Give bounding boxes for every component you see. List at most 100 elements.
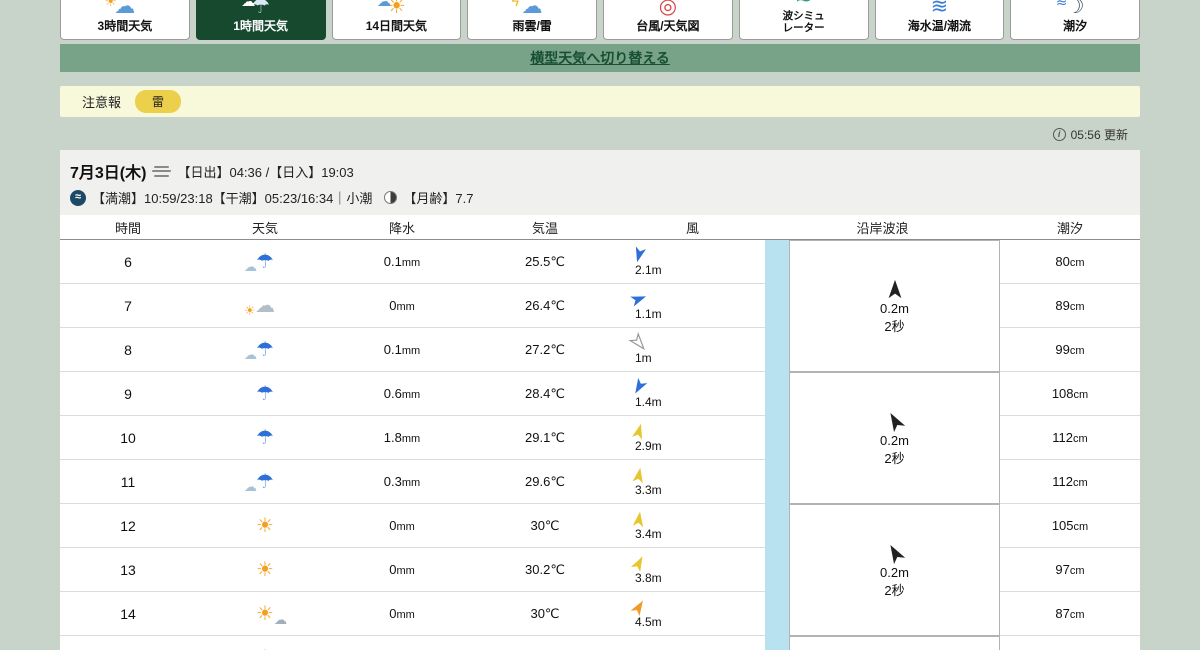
tide-cell: 87cm — [1055, 606, 1085, 621]
tide-cell: 105cm — [1051, 518, 1089, 533]
tab-label: 波シミュ — [782, 9, 825, 22]
tide-cell: 112cm — [1052, 474, 1088, 489]
weather-cell: ☀☁ — [196, 646, 334, 650]
tab-label: 3時間天気 — [97, 19, 153, 34]
tab-label: 潮汐 — [1063, 19, 1088, 34]
precip-cell: 0mm — [389, 298, 415, 313]
time-cell: 12 — [120, 517, 136, 534]
precip-cell: 0.1mm — [383, 254, 421, 269]
thunder-warning-badge[interactable]: 雷 — [135, 90, 182, 113]
precip-cell: 0mm — [389, 606, 415, 621]
tide-cell: 89cm — [1055, 298, 1085, 313]
weather-icon: ☂ ☁ — [244, 470, 274, 494]
wave-direction-icon — [889, 412, 905, 432]
col-header-waves: 沿岸波浪 — [856, 220, 909, 236]
weather-cell: ☂ — [196, 426, 334, 450]
wind-speed: 2.9m — [635, 439, 662, 453]
temp-cell: 30℃ — [530, 605, 560, 621]
temp-cell: 30.2℃ — [525, 561, 565, 577]
sunrise-sunset-text: 【日出】04:36 /【日入】19:03 — [177, 164, 354, 180]
sun-cloud-icon: ☁ ☀ — [104, 0, 136, 19]
tab-label: 海水温/潮流 — [907, 19, 972, 34]
col-header-weather: 天気 — [251, 220, 278, 236]
day-header: 7月3日(木) 【日出】04:36 /【日入】19:03 ≈ 【満潮】10:59… — [60, 150, 1140, 215]
temp-cell: 29.6℃ — [525, 473, 565, 489]
time-cell: 13 — [120, 561, 136, 578]
tab[interactable]: ☽ ≋ 潮汐 — [1010, 0, 1140, 40]
switch-layout-link[interactable]: 横型天気へ切り替える — [530, 48, 670, 68]
date-title: 7月3日(木) — [70, 165, 147, 182]
wave-group-box: 0.2m 2秒 — [789, 504, 1000, 636]
tab[interactable]: ☁ ϟ 雨雲/雷 — [467, 0, 597, 40]
wind-speed: 3.4m — [635, 527, 662, 541]
tab[interactable]: ◎ 台風/天気図 — [603, 0, 733, 40]
time-cell: 6 — [124, 253, 132, 270]
wind-speed: 1.1m — [635, 307, 662, 321]
update-time: 05:56 更新 — [1070, 128, 1128, 142]
sea-strip — [765, 240, 789, 650]
time-cell: 10 — [120, 429, 136, 446]
sea-temp-icon: ≋ — [930, 0, 949, 19]
info-icon: i — [1052, 128, 1066, 141]
time-cell: 11 — [120, 473, 136, 490]
weather-icon: ☂ — [256, 426, 274, 449]
wave-sim-icon: ≋ — [795, 0, 813, 10]
sunrise-icon — [152, 165, 172, 177]
wind-cell: 3.8m — [620, 554, 765, 585]
wind-cell: 2.9m — [620, 422, 765, 453]
weather-icon: ☂ ☁ — [244, 250, 274, 274]
tab-label: 14日間天気 — [365, 19, 428, 34]
weather-cell: ☀ — [196, 558, 334, 582]
wind-cell: 1m — [620, 331, 765, 365]
hourly-table: 時間 天気 降水 気温 風 沿岸波浪 潮汐 6 ☂ ☁ 0.1mm 25.5℃ 2… — [60, 215, 1140, 650]
wave-group-box: 0.2m 2秒 — [789, 372, 1000, 504]
moon-age-text: 【月齢】7.7 — [403, 191, 474, 206]
wind-speed: 2.1m — [635, 263, 662, 277]
tab-bar: ☁ ☀ 3時間天気 ☂ ☁ 1時間天気 ☀ ☁ 14日間天気 ☁ ϟ 雨雲/雷 ◎ 台風… — [60, 0, 1140, 40]
weather-icon: ☁ ☀ — [244, 294, 275, 318]
tab-label: 1時間天気 — [233, 19, 288, 34]
precip-cell: 0.1mm — [383, 342, 421, 357]
weather-icon: ☂ ☁ — [244, 338, 274, 362]
wave-direction-icon — [888, 279, 901, 298]
col-header-time: 時間 — [114, 220, 141, 236]
wind-direction-icon — [632, 511, 644, 528]
tab[interactable]: ☂ ☁ 1時間天気 — [195, 0, 326, 40]
tide-moon-icon: ☽ ≋ — [1055, 0, 1085, 19]
tab[interactable]: ≋ 波シミュ レーター — [738, 0, 869, 40]
wind-speed: 3.3m — [635, 483, 662, 497]
layout-switch-banner: 横型天気へ切り替える — [60, 44, 1140, 72]
precip-cell: 1.8mm — [383, 430, 421, 445]
tide-cell: 108cm — [1051, 386, 1089, 401]
temp-cell: 26.4℃ — [525, 297, 565, 313]
tab-label: 台風/天気図 — [636, 19, 700, 34]
tab[interactable]: ☁ ☀ 3時間天気 — [60, 0, 190, 40]
tide-wave-icon: ≈ — [70, 189, 86, 206]
wave-direction-icon — [889, 544, 905, 564]
weather-cell: ☂ ☁ — [196, 338, 334, 362]
tide-times-text: 【満潮】10:59/23:18【干潮】05:23/16:34｜小潮 — [92, 191, 373, 206]
time-cell: 9 — [124, 385, 132, 402]
tab[interactable]: ☀ ☁ 14日間天気 — [331, 0, 462, 40]
forecast-card: 7月3日(木) 【日出】04:36 /【日入】19:03 ≈ 【満潮】10:59… — [60, 150, 1140, 650]
col-header-precip: 降水 — [388, 220, 415, 236]
tide-cell: 99cm — [1055, 342, 1085, 357]
wave-height: 0.2m — [880, 300, 909, 316]
weather-icon: ☂ — [256, 382, 274, 405]
weather-cell: ☂ — [196, 382, 334, 406]
weather-icon: ☀ — [256, 514, 274, 537]
precip-cell: 0.3mm — [383, 474, 421, 489]
wave-period: 2秒 — [884, 318, 905, 334]
weather-cell: ☀☁ — [196, 602, 334, 626]
wave-group-box — [789, 636, 1000, 650]
tab-label-line2: レーター — [782, 21, 825, 34]
thunder-cloud-icon: ☁ ϟ — [511, 0, 543, 19]
page-container: ☁ ☀ 3時間天気 ☂ ☁ 1時間天気 ☀ ☁ 14日間天気 ☁ ϟ 雨雲/雷 ◎ 台風… — [60, 0, 1140, 650]
tab-label: 雨雲/雷 — [512, 19, 552, 34]
wave-period: 2秒 — [884, 450, 905, 466]
warning-label: 注意報 — [82, 95, 122, 110]
wind-direction-icon — [632, 467, 643, 484]
weather-icon: ☀☁ — [256, 602, 287, 627]
moon-phase-icon — [384, 191, 398, 204]
tab[interactable]: ≋ 海水温/潮流 — [874, 0, 1005, 40]
